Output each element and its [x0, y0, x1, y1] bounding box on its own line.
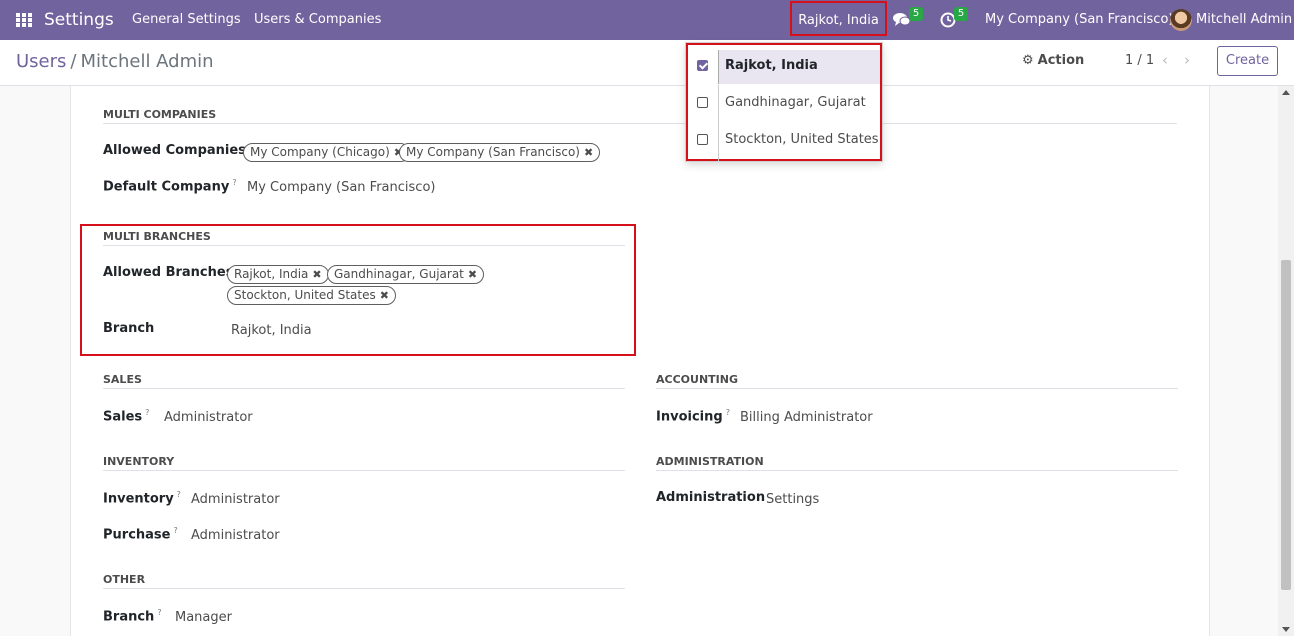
branch-option-gandhinagar[interactable]: Gandhinagar, Gujarat — [688, 84, 880, 121]
tag-label: Stockton, United States — [234, 288, 376, 302]
action-label: Action — [1037, 53, 1085, 68]
scroll-thumb[interactable] — [1281, 260, 1291, 590]
tag-label: My Company (Chicago) — [250, 145, 390, 159]
create-button[interactable]: Create — [1217, 46, 1278, 76]
sales-value[interactable]: Administrator — [164, 410, 253, 425]
tag-label: Rajkot, India — [234, 267, 309, 281]
branch-option-label: Stockton, United States — [725, 132, 879, 147]
pager-next-button[interactable]: › — [1184, 51, 1190, 69]
help-icon[interactable]: ? — [232, 178, 236, 187]
control-panel: Users / Mitchell Admin ⚙ Action 1 / 1 ‹ › C… — [0, 40, 1294, 86]
branch-dropdown: Rajkot, India Gandhinagar, Gujarat Stock… — [685, 42, 883, 162]
scroll-up-icon[interactable] — [1282, 90, 1290, 95]
apps-grid-icon[interactable] — [16, 0, 32, 40]
inventory-value[interactable]: Administrator — [191, 492, 280, 507]
section-administration: ADMINISTRATION — [656, 455, 1178, 471]
allowed-branches-label: Allowed Branches — [103, 265, 234, 280]
section-sales: SALES — [103, 373, 625, 389]
section-inventory: INVENTORY — [103, 455, 625, 471]
branch-tag-gandhinagar[interactable]: Gandhinagar, Gujarat ✖ — [327, 265, 485, 284]
branch-tag-stockton[interactable]: Stockton, United States ✖ — [227, 286, 396, 305]
administration-label: Administration — [656, 490, 766, 505]
branch-value[interactable]: Rajkot, India — [231, 323, 312, 338]
top-navbar: Settings General Settings Users & Compan… — [0, 0, 1294, 40]
user-menu[interactable]: Mitchell Admin — [1196, 0, 1292, 40]
inventory-label: Inventory? — [103, 490, 181, 507]
branch-tag-rajkot[interactable]: Rajkot, India ✖ — [227, 265, 329, 284]
scroll-down-icon[interactable] — [1282, 627, 1290, 632]
section-other: OTHER — [103, 573, 625, 589]
help-icon[interactable]: ? — [177, 490, 181, 499]
branch-switcher[interactable]: Rajkot, India — [790, 1, 887, 36]
pager-prev-button[interactable]: ‹ — [1162, 51, 1168, 69]
other-branch-label: Branch? — [103, 608, 162, 625]
company-switcher[interactable]: My Company (San Francisco) — [985, 0, 1173, 40]
messages-count-badge: 5 — [909, 7, 923, 21]
menu-general-settings[interactable]: General Settings — [132, 0, 241, 40]
allowed-companies-label: Allowed Companies — [103, 143, 246, 158]
remove-tag-icon[interactable]: ✖ — [468, 268, 477, 281]
checkbox-icon[interactable] — [697, 60, 708, 71]
gear-icon: ⚙ — [1022, 53, 1034, 68]
activities-count-badge: 5 — [954, 7, 968, 21]
purchase-value[interactable]: Administrator — [191, 528, 280, 543]
remove-tag-icon[interactable]: ✖ — [312, 268, 321, 281]
checkbox-icon[interactable] — [697, 97, 708, 108]
menu-users-companies[interactable]: Users & Companies — [254, 0, 381, 40]
action-button[interactable]: ⚙ Action — [1022, 53, 1084, 68]
tag-label: Gandhinagar, Gujarat — [334, 267, 464, 281]
branch-dropdown-highlight: Rajkot, India Gandhinagar, Gujarat Stock… — [686, 43, 882, 161]
app-title[interactable]: Settings — [44, 0, 114, 40]
sales-label: Sales? — [103, 408, 150, 425]
breadcrumb-users-link[interactable]: Users — [16, 51, 66, 72]
help-icon[interactable]: ? — [173, 526, 177, 535]
checkbox-icon[interactable] — [697, 134, 708, 145]
help-icon[interactable]: ? — [726, 408, 730, 417]
branch-label: Branch — [103, 321, 155, 336]
section-multi-companies: MULTI COMPANIES — [103, 108, 1177, 124]
section-accounting: ACCOUNTING — [656, 373, 1178, 389]
help-icon[interactable]: ? — [157, 608, 161, 617]
invoicing-label: Invoicing? — [656, 408, 730, 425]
branch-option-rajkot[interactable]: Rajkot, India — [688, 47, 880, 84]
breadcrumb: Users / Mitchell Admin — [16, 51, 214, 72]
branch-option-label: Gandhinagar, Gujarat — [725, 95, 866, 110]
remove-tag-icon[interactable]: ✖ — [584, 146, 593, 159]
remove-tag-icon[interactable]: ✖ — [380, 289, 389, 302]
purchase-label: Purchase? — [103, 526, 178, 543]
administration-value[interactable]: Settings — [766, 492, 819, 507]
breadcrumb-current: Mitchell Admin — [80, 51, 214, 72]
branch-option-stockton[interactable]: Stockton, United States — [688, 121, 880, 158]
scrollbar[interactable] — [1278, 86, 1294, 636]
section-multi-branches: MULTI BRANCHES — [103, 230, 625, 246]
company-tag-san-francisco[interactable]: My Company (San Francisco) ✖ — [399, 143, 601, 162]
branch-option-label: Rajkot, India — [725, 58, 818, 73]
breadcrumb-separator: / — [70, 51, 77, 72]
default-company-label: Default Company? — [103, 178, 237, 195]
form-sheet: MULTI COMPANIES Allowed Companies My Com… — [70, 86, 1210, 636]
company-tag-chicago[interactable]: My Company (Chicago)✖ — [243, 143, 410, 162]
invoicing-value[interactable]: Billing Administrator — [740, 410, 873, 425]
help-icon[interactable]: ? — [145, 408, 149, 417]
tag-label: My Company (San Francisco) — [406, 145, 580, 159]
pager-value[interactable]: 1 / 1 — [1125, 53, 1154, 68]
other-branch-value[interactable]: Manager — [175, 610, 232, 625]
default-company-value[interactable]: My Company (San Francisco) — [247, 180, 435, 195]
